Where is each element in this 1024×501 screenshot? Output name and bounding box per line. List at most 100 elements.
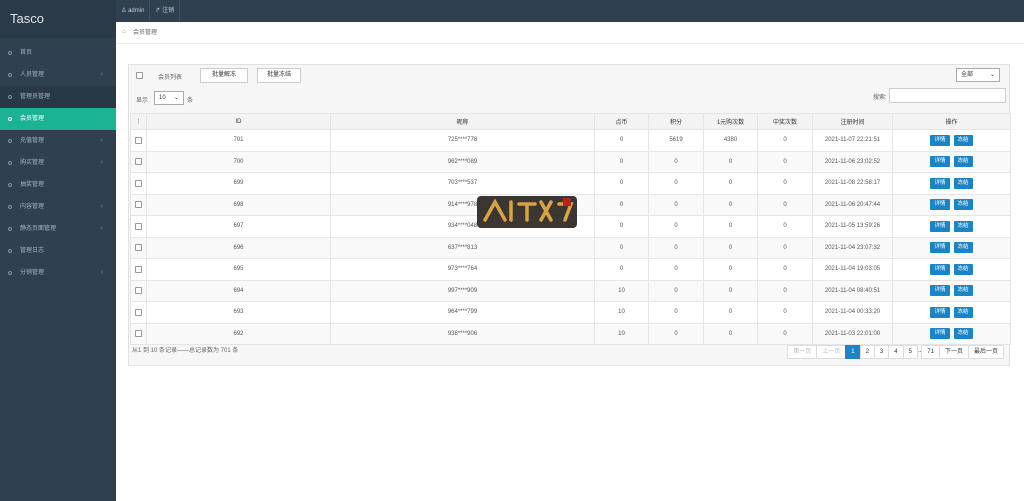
next-page-button[interactable]: 下一页 xyxy=(938,345,969,359)
freeze-button[interactable]: 冻结 xyxy=(953,306,973,318)
freeze-button[interactable]: 冻结 xyxy=(953,242,973,254)
detail-button[interactable]: 详情 xyxy=(930,134,950,146)
detail-button[interactable]: 详情 xyxy=(930,285,950,297)
table-row: 692 938****906 10 0 0 0 2021-11-03 22:01:00 详情冻… xyxy=(130,322,1011,345)
logout-link[interactable]: ↱ 注销 xyxy=(150,0,181,22)
page-button-2[interactable]: 2 xyxy=(859,345,875,359)
sidebar-item-people[interactable]: 人员管理 ‹ xyxy=(0,64,116,86)
cell-one-yuan-count: 0 xyxy=(703,172,758,195)
table-row: 696 637****813 0 0 0 0 2021-11-04 23:07:32 详情 冻结 xyxy=(130,236,1011,259)
watermark-logo xyxy=(477,196,577,228)
search-input[interactable] xyxy=(889,88,1006,103)
row-checkbox-cell xyxy=(130,129,147,152)
freeze-button[interactable]: 冻结 xyxy=(953,263,973,275)
header-coins[interactable]: 点币 xyxy=(594,113,649,130)
header-win-count[interactable]: 中奖次数 xyxy=(757,113,813,130)
chevron-left-icon: ‹ xyxy=(100,137,103,144)
table-row: 695 973****764 0 0 0 0 2021-11-04 19:03:05 详情 冻结 xyxy=(130,258,1011,281)
page-button-4[interactable]: 4 xyxy=(888,345,904,359)
cell-actions: 详情 冻结 xyxy=(892,215,1011,238)
header-sort-icon[interactable]: ⋮ xyxy=(130,113,147,130)
cell-actions: 详情 冻结 xyxy=(892,258,1011,281)
user-link[interactable]: ♙ admin xyxy=(116,0,151,22)
cell-register-time: 2021-11-07 22:21:51 xyxy=(812,129,893,152)
last-page-button[interactable]: 最后一页 xyxy=(967,345,1004,359)
header-id[interactable]: ID xyxy=(146,113,331,130)
row-checkbox[interactable] xyxy=(135,330,142,338)
detail-button[interactable]: 详情 xyxy=(930,328,950,340)
sidebar-item-distribution[interactable]: 分销管理 ‹ xyxy=(0,262,116,284)
row-checkbox[interactable] xyxy=(135,179,142,187)
header-points[interactable]: 积分 xyxy=(648,113,704,130)
cell-coins: 0 xyxy=(594,129,649,152)
page-button-1[interactable]: 1 xyxy=(845,345,861,359)
row-checkbox[interactable] xyxy=(135,244,142,252)
cell-win-count: 0 xyxy=(757,301,813,324)
detail-button[interactable]: 详情 xyxy=(930,177,950,189)
sidebar-item-purchase[interactable]: 购买管理 ‹ xyxy=(0,152,116,174)
freeze-button[interactable]: 冻结 xyxy=(953,134,973,146)
page-button-3[interactable]: 3 xyxy=(873,345,890,359)
detail-button[interactable]: 详情 xyxy=(930,242,950,254)
chevron-left-icon: ‹ xyxy=(100,71,103,78)
cell-id: 693 xyxy=(146,301,331,324)
batch-unfreeze-button[interactable]: 批量解冻 xyxy=(200,68,248,83)
first-page-button[interactable]: 第一页 xyxy=(787,345,818,359)
detail-button[interactable]: 详情 xyxy=(930,263,950,275)
row-checkbox[interactable] xyxy=(135,222,142,230)
sidebar-item-admins[interactable]: 管理员管理 xyxy=(0,86,116,108)
page-button-5[interactable]: 5 xyxy=(902,345,918,359)
cell-win-count: 0 xyxy=(757,150,813,173)
sidebar-item-content[interactable]: 内容管理 ‹ xyxy=(0,196,116,218)
sidebar-item-members[interactable]: 会员管理 xyxy=(0,108,116,130)
prev-page-button[interactable]: 上一页 xyxy=(816,345,847,359)
freeze-button[interactable]: 冻结 xyxy=(953,220,973,232)
detail-button[interactable]: 详情 xyxy=(930,199,950,211)
row-checkbox[interactable] xyxy=(135,158,142,166)
sidebar-menu: 首页 人员管理 ‹ 管理员管理 会员管理 充值管理 ‹ 购买管理 ‹ 抽奖管理 内容管… xyxy=(0,42,116,284)
cell-coins: 10 xyxy=(594,301,649,324)
cell-nickname: 997****909 xyxy=(330,279,595,302)
cell-one-yuan-count: 0 xyxy=(703,258,758,281)
status-filter-select[interactable]: 全部 ⌄ xyxy=(956,68,1000,82)
detail-button[interactable]: 详情 xyxy=(930,220,950,232)
cell-register-time: 2021-11-03 22:01:00 xyxy=(812,322,893,345)
detail-button[interactable]: 详情 xyxy=(930,156,950,168)
row-checkbox[interactable] xyxy=(135,265,142,273)
page-button-last[interactable]: 71 xyxy=(921,345,940,359)
breadcrumb-current: 会员管理 xyxy=(133,30,158,36)
freeze-button[interactable]: 冻结 xyxy=(953,156,973,168)
table-header-row: ⋮ ID 昵称 点币 积分 1元购次数 中奖次数 注册时间 操作 xyxy=(130,113,1011,130)
cell-points: 0 xyxy=(648,236,704,259)
row-checkbox-cell xyxy=(130,172,147,195)
row-checkbox[interactable] xyxy=(135,287,142,295)
cell-win-count: 0 xyxy=(757,279,813,302)
header-nickname[interactable]: 昵称 xyxy=(330,113,595,130)
freeze-button[interactable]: 冻结 xyxy=(953,328,973,340)
cell-coins: 0 xyxy=(594,215,649,238)
chevron-left-icon: ‹ xyxy=(100,159,103,166)
cell-id: 699 xyxy=(146,172,331,195)
sidebar-item-recharge[interactable]: 充值管理 ‹ xyxy=(0,130,116,152)
toolbar-checkbox[interactable] xyxy=(136,72,143,79)
page-size-select[interactable]: 10 ⌄ xyxy=(154,91,184,105)
cell-actions: 详情 冻结 xyxy=(892,236,1011,259)
batch-freeze-button[interactable]: 批量冻结 xyxy=(257,68,301,83)
sidebar-item-lottery[interactable]: 抽奖管理 xyxy=(0,174,116,196)
home-icon[interactable]: ⌂ xyxy=(122,29,126,35)
row-checkbox[interactable] xyxy=(135,308,142,316)
sidebar-item-logs[interactable]: 管理日志 xyxy=(0,240,116,262)
freeze-button[interactable]: 冻结 xyxy=(953,285,973,297)
chevron-down-icon: ⌄ xyxy=(989,72,995,78)
header-one-yuan-count[interactable]: 1元购次数 xyxy=(703,113,758,130)
freeze-button[interactable]: 冻结 xyxy=(953,177,973,189)
sidebar-item-static-pages[interactable]: 静态页面管理 ‹ xyxy=(0,218,116,240)
row-checkbox[interactable] xyxy=(135,136,142,144)
detail-button[interactable]: 详情 xyxy=(930,306,950,318)
freeze-button[interactable]: 冻结 xyxy=(953,199,973,211)
sidebar-item-home[interactable]: 首页 xyxy=(0,42,116,64)
row-checkbox-cell xyxy=(130,150,147,173)
cell-actions: 详情 冻结 xyxy=(892,193,1011,216)
header-register-time[interactable]: 注册时间 xyxy=(812,113,893,130)
row-checkbox[interactable] xyxy=(135,201,142,209)
